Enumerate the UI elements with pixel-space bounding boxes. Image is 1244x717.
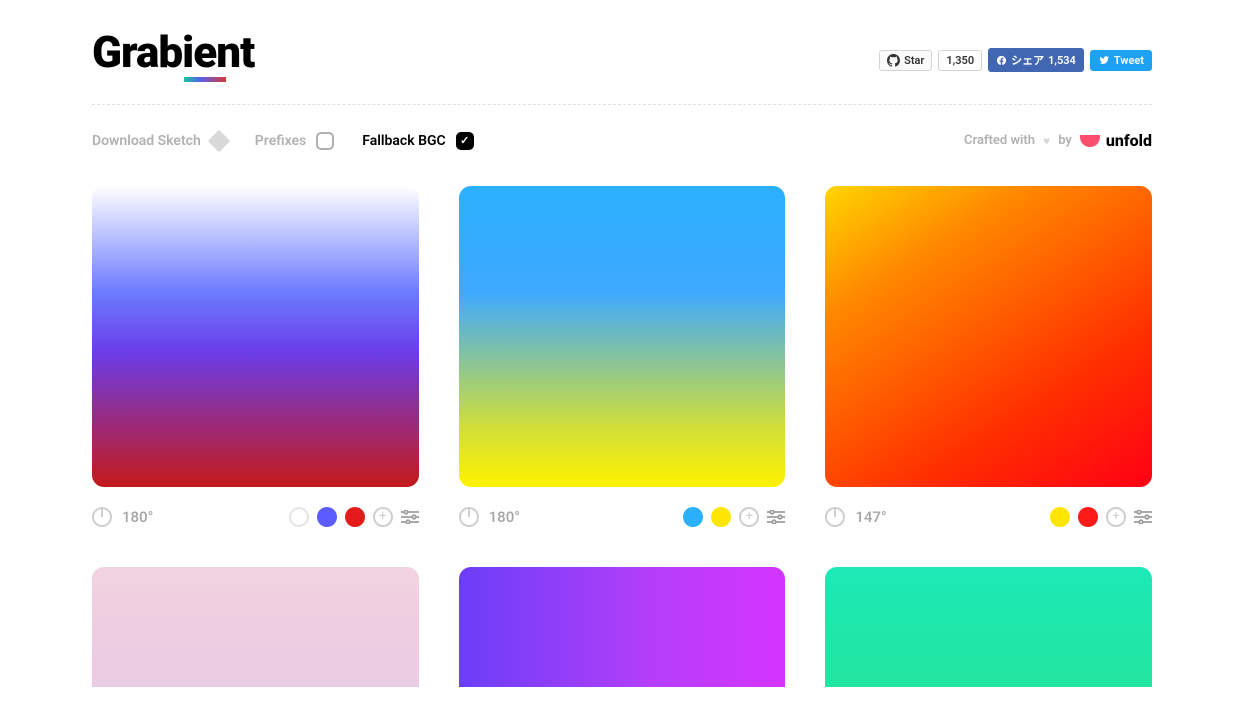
logo-text: Grabient	[92, 26, 254, 78]
gradient-card	[459, 567, 786, 687]
checkbox-unchecked-icon	[316, 132, 334, 150]
add-color-button[interactable]: +	[1106, 507, 1126, 527]
unfold-logo-icon	[1080, 135, 1100, 147]
unfold-link[interactable]: unfold	[1080, 131, 1152, 150]
facebook-share-count: 1,534	[1048, 54, 1076, 67]
angle-control[interactable]: 180°	[92, 507, 153, 527]
logo-underline	[184, 77, 226, 82]
card-controls: 180° +	[459, 507, 786, 527]
prefixes-label: Prefixes	[255, 133, 306, 149]
gradient-preview[interactable]	[92, 567, 419, 687]
gradient-card	[92, 567, 419, 687]
angle-value: 180°	[122, 508, 153, 526]
color-swatch[interactable]	[711, 507, 731, 527]
divider	[92, 104, 1152, 105]
twitter-tweet-button[interactable]: Tweet	[1090, 50, 1152, 71]
angle-control[interactable]: 180°	[459, 507, 520, 527]
facebook-icon	[996, 55, 1007, 66]
github-star-count[interactable]: 1,350	[938, 50, 982, 71]
facebook-share-label: シェア	[1011, 52, 1044, 68]
gradient-card	[825, 567, 1152, 687]
swatches: +	[683, 507, 785, 527]
color-swatch[interactable]	[1050, 507, 1070, 527]
github-star-button[interactable]: Star	[879, 50, 932, 71]
angle-value: 147°	[855, 508, 886, 526]
gradient-preview[interactable]	[459, 186, 786, 487]
settings-sliders-icon[interactable]	[401, 510, 419, 524]
gradient-preview[interactable]	[459, 567, 786, 687]
github-icon	[887, 54, 900, 67]
twitter-tweet-label: Tweet	[1114, 54, 1144, 67]
fallback-bgc-toggle[interactable]: Fallback BGC ✓	[362, 132, 473, 150]
color-swatch[interactable]	[345, 507, 365, 527]
prefixes-toggle[interactable]: Prefixes	[255, 132, 334, 150]
sketch-icon	[207, 129, 230, 152]
angle-icon	[825, 507, 845, 527]
facebook-share-button[interactable]: シェア 1,534	[988, 48, 1084, 72]
github-star-label: Star	[904, 54, 924, 67]
color-swatch[interactable]	[289, 507, 309, 527]
heart-icon: ♥	[1043, 134, 1050, 148]
by-label: by	[1058, 133, 1072, 148]
swatches: +	[289, 507, 419, 527]
color-swatch[interactable]	[317, 507, 337, 527]
checkbox-checked-icon: ✓	[456, 132, 474, 150]
toolbar-right: Crafted with ♥ by unfold	[964, 131, 1152, 150]
angle-icon	[92, 507, 112, 527]
angle-icon	[459, 507, 479, 527]
angle-value: 180°	[489, 508, 520, 526]
settings-sliders-icon[interactable]	[767, 510, 785, 524]
header: Grabient Star 1,350 シェア 1,534 Tweet	[92, 30, 1152, 104]
gradient-grid: 180° + 180°	[92, 186, 1152, 687]
gradient-preview[interactable]	[825, 186, 1152, 487]
swatches: +	[1050, 507, 1152, 527]
toolbar: Download Sketch Prefixes Fallback BGC ✓ …	[92, 131, 1152, 150]
gradient-card: 180° +	[459, 186, 786, 527]
gradient-preview[interactable]	[92, 186, 419, 487]
color-swatch[interactable]	[1078, 507, 1098, 527]
gradient-card: 147° +	[825, 186, 1152, 527]
add-color-button[interactable]: +	[373, 507, 393, 527]
color-swatch[interactable]	[683, 507, 703, 527]
twitter-icon	[1098, 55, 1110, 65]
toolbar-left: Download Sketch Prefixes Fallback BGC ✓	[92, 132, 474, 150]
gradient-card: 180° +	[92, 186, 419, 527]
unfold-label: unfold	[1106, 131, 1152, 150]
logo: Grabient	[92, 30, 254, 74]
crafted-with-label: Crafted with	[964, 133, 1035, 148]
gradient-preview[interactable]	[825, 567, 1152, 687]
fallback-bgc-label: Fallback BGC	[362, 133, 445, 149]
download-sketch-label: Download Sketch	[92, 133, 201, 149]
card-controls: 180° +	[92, 507, 419, 527]
settings-sliders-icon[interactable]	[1134, 510, 1152, 524]
angle-control[interactable]: 147°	[825, 507, 886, 527]
add-color-button[interactable]: +	[739, 507, 759, 527]
check-icon: ✓	[460, 135, 469, 146]
card-controls: 147° +	[825, 507, 1152, 527]
download-sketch-button[interactable]: Download Sketch	[92, 133, 227, 149]
social-buttons: Star 1,350 シェア 1,534 Tweet	[879, 48, 1152, 72]
